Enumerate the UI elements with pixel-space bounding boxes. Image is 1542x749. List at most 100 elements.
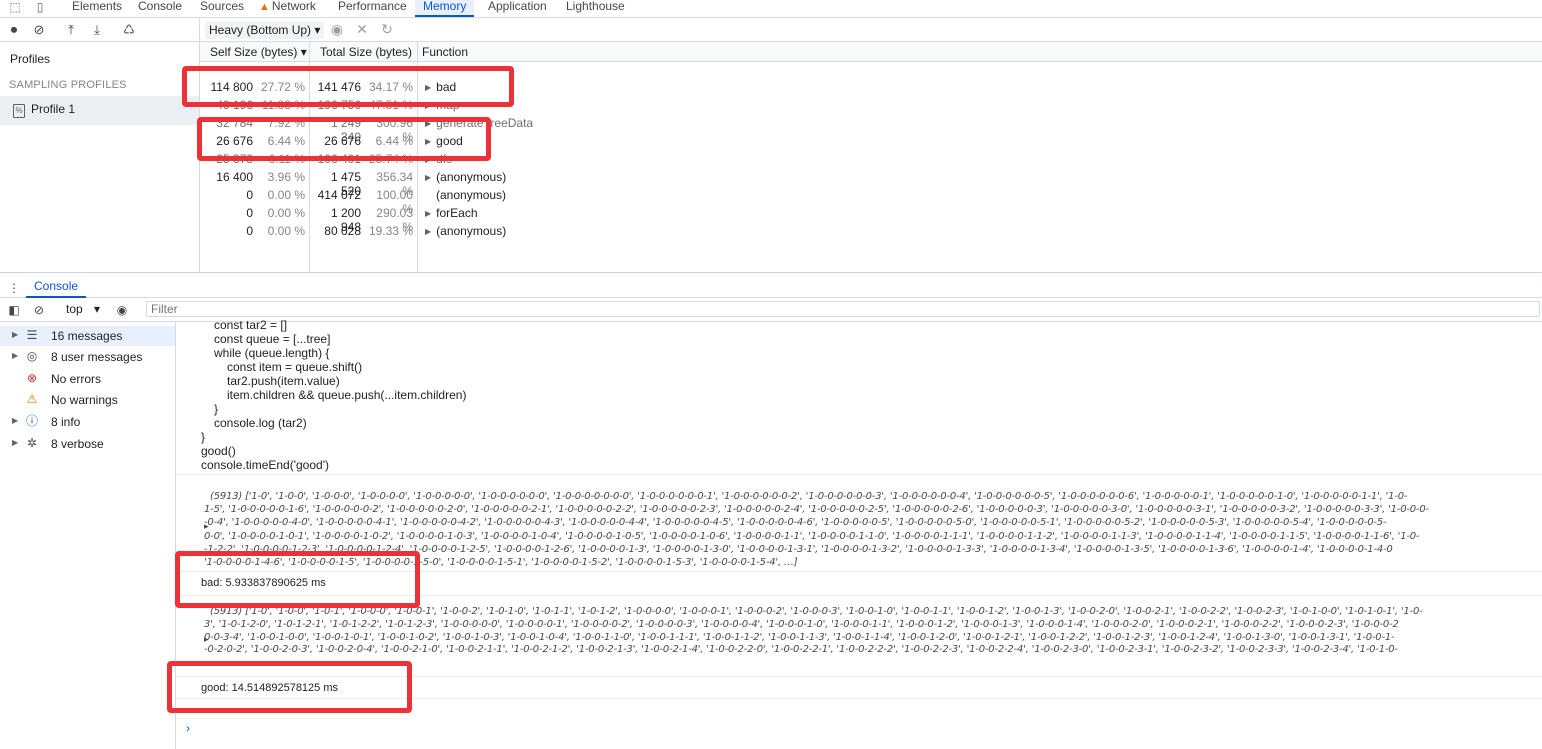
profiles-heading: Profiles xyxy=(10,52,51,66)
profile-item-label[interactable]: Profile 1 xyxy=(31,102,75,116)
profile-list-item[interactable] xyxy=(0,96,199,125)
code-line: good() xyxy=(201,444,236,458)
table-row[interactable]: 16 400 3.96 % 1 475 520 356.34 % ▶ (anonymous… xyxy=(200,170,1542,198)
upload-icon[interactable]: ⤒ xyxy=(63,22,79,38)
profile-view-toolbar xyxy=(200,18,1542,42)
sidebar-item-info[interactable]: ▶ ⓘ 8 info xyxy=(0,412,175,432)
function-name: (anonymous) xyxy=(436,224,507,238)
array-log-line: -0-4', '1-0-0-0-0-0-4-0', '1-0-0-0-0-0-4… xyxy=(204,517,1387,529)
sidebar-item-user-messages[interactable]: ▶ ◎ 8 user messages xyxy=(0,347,175,367)
cell-self-percent: 0.00 % xyxy=(267,188,305,202)
expand-arrow-icon[interactable]: ▶ xyxy=(12,416,18,425)
cell-self-percent: 3.96 % xyxy=(267,170,305,184)
expand-arrow-icon[interactable]: ▶ xyxy=(12,351,18,360)
cell-total-size: 80 028 xyxy=(324,224,361,238)
tab-memory[interactable]: Memory xyxy=(415,0,475,17)
cell-self-size: 0 xyxy=(246,188,253,202)
array-log-line: -0-2-0-2', '1-0-0-2-0-3', '1-0-0-2-0-4',… xyxy=(204,644,1398,656)
sidebar-item-label: No errors xyxy=(51,372,102,386)
column-header-total-size[interactable]: Total Size (bytes) xyxy=(320,45,412,59)
live-expression-eye-icon[interactable]: ◉ xyxy=(114,302,130,318)
cell-function: ▶ (anonymous) xyxy=(425,224,506,238)
console-prompt-icon[interactable]: › xyxy=(186,721,190,735)
message-separator xyxy=(176,474,1542,475)
download-icon[interactable]: ⤓ xyxy=(89,22,105,38)
cell-self-percent: 0.00 % xyxy=(267,206,305,220)
tab-performance[interactable]: Performance xyxy=(338,0,407,17)
cell-self-size: 16 400 xyxy=(216,170,253,184)
function-name: forEach xyxy=(436,206,478,220)
drawer-menu-icon[interactable]: ⋮ xyxy=(8,281,20,295)
sidebar-item-verbose[interactable]: ▶ ✲ 8 verbose xyxy=(0,434,175,454)
sort-desc-icon: ▾ xyxy=(300,45,307,59)
refresh-icon[interactable]: ↻ xyxy=(378,20,396,38)
tab-console[interactable]: Console xyxy=(138,0,182,17)
array-log-line: 0-0-3-4', '1-0-0-1-0-0', '1-0-0-1-0-1', … xyxy=(204,631,1395,643)
cell-self-size: 0 xyxy=(246,206,253,220)
sidebar-toggle-icon[interactable]: ◧ xyxy=(6,302,22,318)
inspect-element-icon[interactable]: ⬚ xyxy=(8,0,22,14)
code-line: const tar2 = [] xyxy=(214,318,287,332)
code-line: } xyxy=(214,402,219,416)
array-log-line: (5913) ['1-0', '1-0-0', '1-0-0-0', '1-0-… xyxy=(210,491,1408,502)
info-icon: ⓘ xyxy=(25,414,38,428)
drawer-tab-console[interactable]: Console xyxy=(26,278,87,298)
cell-self-percent: 0.00 % xyxy=(267,224,305,238)
tab-sources[interactable]: Sources xyxy=(200,0,244,17)
function-name: (anonymous) xyxy=(436,188,507,202)
sidebar-item-all-messages[interactable]: ▶ ☰ 16 messages xyxy=(0,326,175,346)
view-mode-value: Heavy (Bottom Up) xyxy=(209,23,312,37)
code-line: console.timeEnd('good') xyxy=(201,458,329,472)
context-select[interactable]: top ▾ xyxy=(66,302,100,316)
expand-arrow-icon[interactable]: ▶ xyxy=(425,173,431,182)
sidebar-item-label: 8 verbose xyxy=(51,437,104,451)
close-icon[interactable]: ✕ xyxy=(353,20,371,38)
profile-file-icon: % xyxy=(13,104,25,118)
expand-arrow-icon[interactable]: ▶ xyxy=(12,330,18,339)
array-log-line: 0-0', '1-0-0-0-0-1-0-1', '1-0-0-0-0-1-0-… xyxy=(204,530,1420,542)
warning-icon: ⚠ xyxy=(26,392,38,406)
code-line: while (queue.length) { xyxy=(214,346,330,360)
garbage-collect-icon[interactable]: ♺ xyxy=(121,22,137,38)
panel-divider xyxy=(0,272,1542,273)
tab-lighthouse[interactable]: Lighthouse xyxy=(566,0,625,17)
table-row[interactable]: 0 0.00 % 414 072 100.00 % (anonymous) xyxy=(200,188,1542,216)
sampling-profiles-heading: SAMPLING PROFILES xyxy=(9,79,127,91)
console-filter-input[interactable] xyxy=(146,301,1540,317)
device-toolbar-icon[interactable]: ▯ xyxy=(33,0,47,14)
cell-self-size: 0 xyxy=(246,224,253,238)
cell-function: ▶ forEach xyxy=(425,206,478,220)
expand-arrow-icon[interactable]: ▶ xyxy=(12,438,18,447)
code-line: } xyxy=(201,430,206,444)
expand-arrow-icon[interactable]: ▶ xyxy=(425,227,431,236)
column-header-function[interactable]: Function xyxy=(422,45,468,59)
error-icon: ⊗ xyxy=(26,371,38,385)
sidebar-item-warnings[interactable]: ⚠ No warnings xyxy=(0,390,175,410)
tab-network[interactable]: ▲ Network xyxy=(259,0,316,17)
warning-icon: ▲ xyxy=(259,1,270,13)
sidebar-item-errors[interactable]: ⊗ No errors xyxy=(0,369,175,389)
highlight-box xyxy=(197,117,491,161)
code-text: const tar2 = [] xyxy=(214,318,288,332)
highlight-box xyxy=(167,661,412,713)
record-icon[interactable]: ⏺ xyxy=(6,22,22,38)
sidebar-item-label: No warnings xyxy=(51,393,118,407)
dropdown-arrow-icon: ▾ xyxy=(314,23,321,37)
table-row[interactable]: 0 0.00 % 80 028 19.33 % ▶ (anonymous) xyxy=(200,224,1542,242)
eye-icon[interactable]: ◉ xyxy=(328,20,346,38)
expand-arrow-icon[interactable]: ▶ xyxy=(425,209,431,218)
code-line: item.children && queue.push(...item.chil… xyxy=(227,388,467,402)
drawer-tab-bar xyxy=(0,277,1542,298)
clear-icon[interactable]: ⊘ xyxy=(31,22,47,38)
view-mode-select[interactable]: Heavy (Bottom Up) ▾ xyxy=(205,21,325,39)
list-icon: ☰ xyxy=(26,328,38,342)
cell-total-size: 414 072 xyxy=(317,188,361,202)
tab-application[interactable]: Application xyxy=(488,0,547,17)
table-row[interactable]: 0 0.00 % 1 200 948 290.03 % ▶ forEach xyxy=(200,206,1542,234)
column-header-self-size[interactable]: Self Size (bytes) ▾ xyxy=(210,45,307,59)
sidebar-item-label: 8 user messages xyxy=(51,350,143,364)
clear-console-icon[interactable]: ⊘ xyxy=(31,302,47,318)
tab-elements[interactable]: Elements xyxy=(72,0,122,17)
bug-icon: ✲ xyxy=(26,436,38,450)
sidebar-item-label: 16 messages xyxy=(51,329,123,343)
